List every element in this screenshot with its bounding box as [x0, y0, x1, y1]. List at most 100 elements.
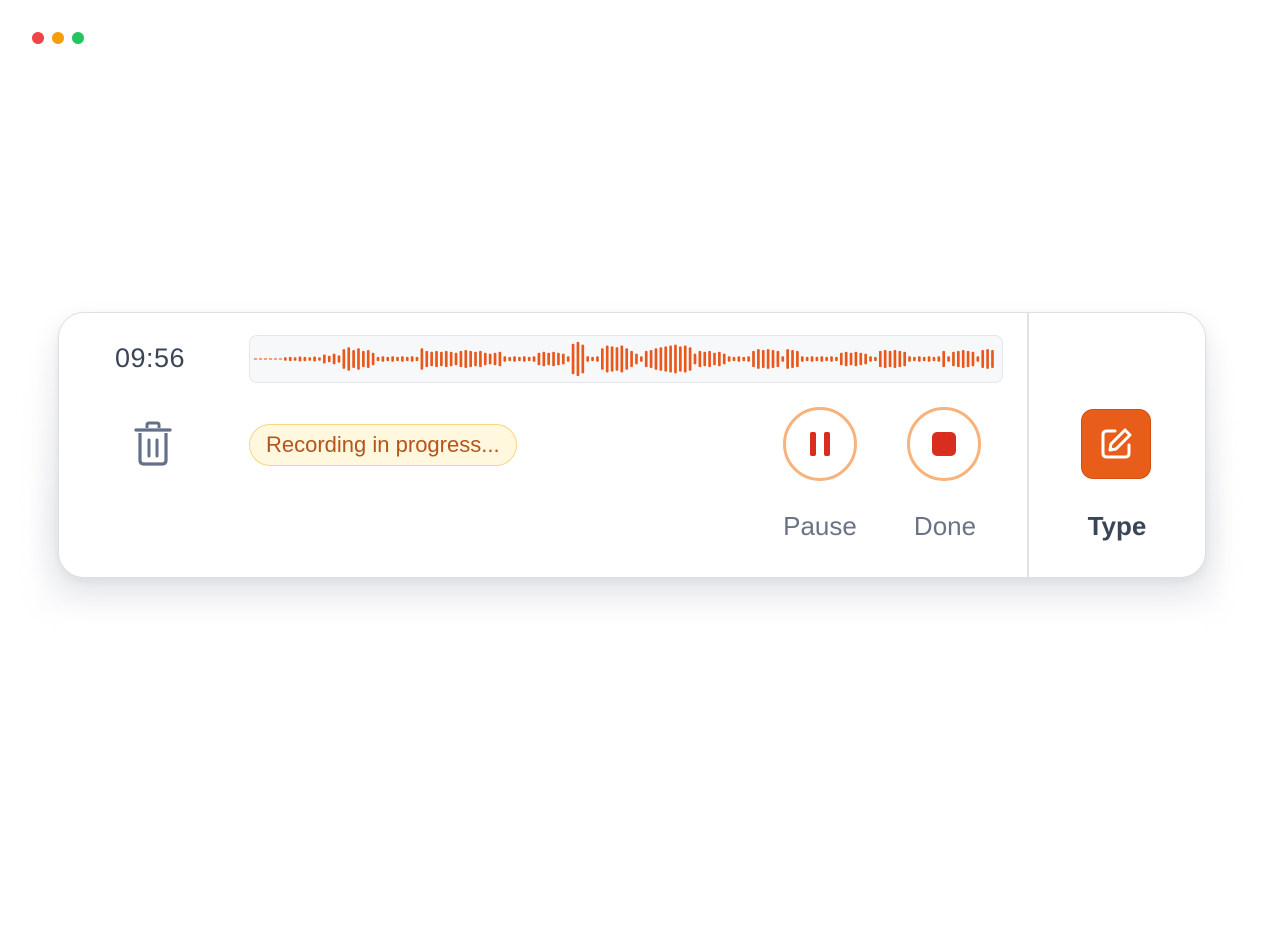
waveform-bar — [571, 343, 575, 375]
waveform-bar — [961, 350, 965, 368]
waveform-bar — [488, 353, 492, 365]
waveform-bar — [703, 351, 707, 367]
waveform-bar — [713, 352, 716, 366]
waveform-bar — [888, 350, 892, 368]
waveform-bar — [796, 350, 799, 368]
waveform-bar — [620, 345, 624, 373]
waveform-bar — [708, 350, 711, 368]
recording-status-badge: Recording in progress... — [249, 424, 517, 466]
waveform-bar — [318, 357, 321, 361]
waveform-bar — [347, 347, 351, 371]
trash-icon — [134, 421, 172, 466]
waveform-bar — [410, 356, 414, 362]
waveform-bar — [635, 353, 638, 365]
waveform-bar — [903, 351, 907, 367]
waveform-bar — [649, 350, 653, 368]
waveform-bar — [630, 350, 633, 368]
waveform-bar — [518, 356, 521, 362]
waveform-bar — [786, 349, 789, 369]
waveform-bar — [362, 350, 365, 368]
waveform-bar — [440, 351, 443, 367]
waveform-bar — [454, 352, 458, 366]
waveform-bar — [664, 346, 668, 372]
waveform-bar — [308, 357, 312, 361]
waveform-bar — [781, 356, 785, 362]
waveform-bar — [386, 356, 390, 362]
waveform-bar — [869, 356, 872, 362]
waveform-bar — [937, 356, 941, 362]
waveform-bar — [776, 350, 780, 368]
waveform-bar — [644, 350, 648, 368]
waveform-bar — [357, 348, 360, 370]
waveform-bar — [966, 350, 970, 368]
waveform-bar — [459, 350, 463, 368]
waveform-bar — [352, 350, 355, 368]
waveform-bar — [825, 356, 828, 362]
waveform-bar — [391, 356, 394, 362]
section-divider — [1027, 313, 1029, 577]
waveform-bar — [932, 356, 936, 362]
waveform-bar — [522, 356, 526, 362]
waveform-bar — [288, 356, 292, 362]
waveform-bar — [449, 351, 453, 367]
waveform-bar — [830, 356, 833, 362]
done-button[interactable] — [907, 407, 981, 481]
waveform-bar — [976, 356, 980, 362]
waveform-bar — [752, 350, 755, 368]
recording-timer: 09:56 — [115, 343, 186, 373]
waveform-bars — [254, 341, 994, 377]
audio-waveform — [249, 335, 1003, 383]
waveform-bar — [747, 356, 750, 362]
waveform-bar — [991, 350, 994, 368]
waveform-bar — [722, 353, 726, 365]
waveform-lead-dash — [269, 358, 272, 360]
waveform-bar — [849, 352, 853, 366]
waveform-bar — [444, 350, 448, 368]
waveform-bar — [542, 351, 546, 367]
waveform-bar — [464, 350, 468, 368]
waveform-bar — [908, 356, 911, 362]
waveform-bar — [371, 352, 375, 366]
window-close-button[interactable] — [32, 32, 44, 44]
waveform-bar — [917, 356, 921, 362]
waveform-bar — [835, 356, 838, 362]
waveform-bar — [474, 351, 477, 367]
window-maximize-button[interactable] — [72, 32, 84, 44]
waveform-bar — [483, 352, 487, 366]
waveform-bar — [566, 356, 570, 362]
pause-label: Pause — [783, 511, 857, 541]
waveform-bar — [815, 356, 819, 362]
waveform-bar — [513, 356, 516, 362]
type-label: Type — [1087, 511, 1147, 541]
waveform-bar — [547, 352, 551, 366]
waveform-bar — [366, 350, 370, 368]
waveform-bar — [986, 349, 989, 369]
waveform-bar — [532, 356, 536, 362]
waveform-bar — [576, 341, 580, 377]
waveform-bar — [805, 356, 809, 362]
window-minimize-button[interactable] — [52, 32, 64, 44]
waveform-bar — [527, 356, 531, 362]
edit-icon — [1101, 428, 1132, 459]
waveform-bar — [561, 353, 565, 365]
done-label: Done — [913, 511, 977, 541]
waveform-lead-dash — [259, 358, 262, 360]
waveform-bar — [479, 350, 482, 368]
waveform-bar — [581, 344, 585, 374]
waveform-bar — [381, 356, 385, 362]
pause-button[interactable] — [783, 407, 857, 481]
waveform-bar — [591, 356, 594, 362]
waveform-bar — [303, 356, 307, 362]
waveform-bar — [401, 356, 404, 362]
waveform-bar — [913, 356, 916, 362]
waveform-bar — [537, 352, 541, 366]
type-button[interactable] — [1081, 409, 1151, 479]
delete-recording-button[interactable] — [133, 421, 173, 467]
waveform-bar — [679, 346, 682, 372]
waveform-lead-dash — [274, 358, 277, 360]
waveform-bar — [693, 353, 697, 365]
waveform-bar — [659, 347, 663, 371]
waveform-bar — [727, 356, 731, 362]
waveform-bar — [698, 350, 702, 368]
waveform-bar — [420, 348, 424, 370]
